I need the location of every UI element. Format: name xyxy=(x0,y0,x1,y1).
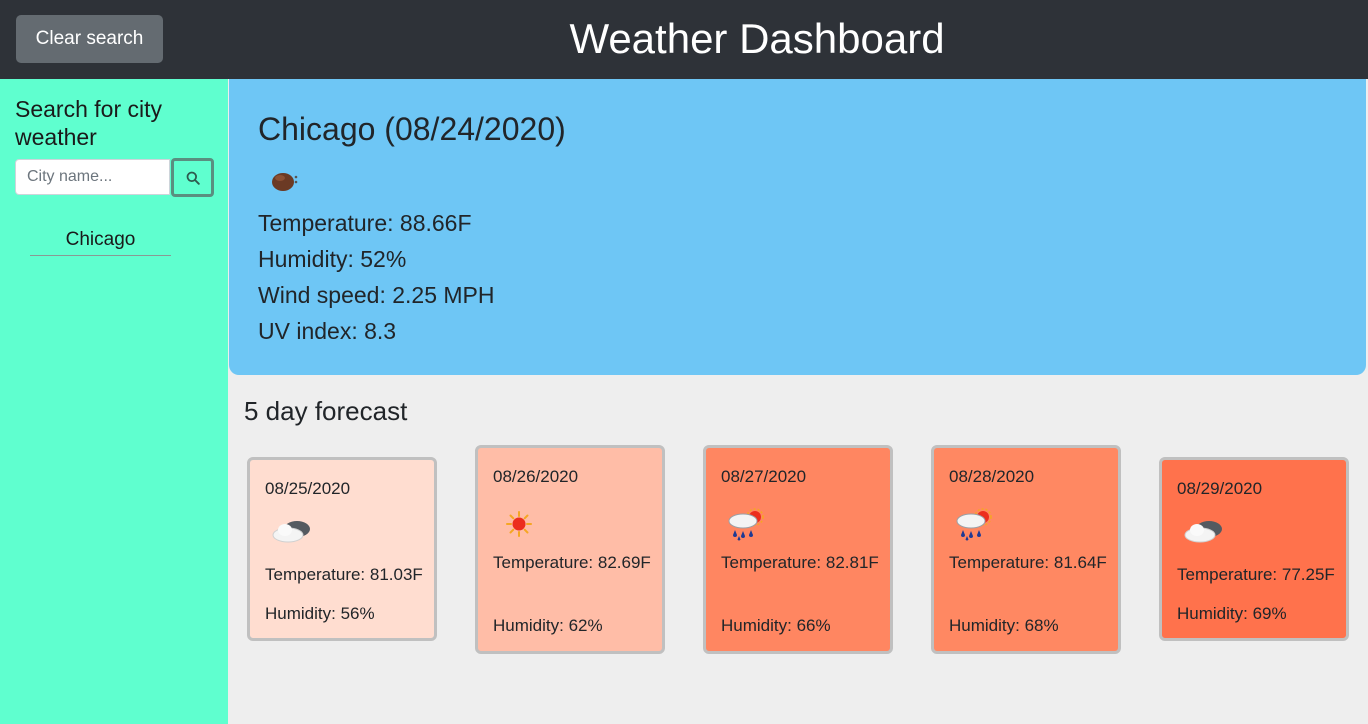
forecast-temperature: Temperature: 77.25F xyxy=(1177,565,1335,584)
rain-sun-icon xyxy=(728,508,764,541)
current-city-title: Chicago (08/24/2020) xyxy=(258,111,566,147)
current-weather-panel: Chicago (08/24/2020) Temperature: 88.66F… xyxy=(229,79,1366,375)
city-search-input[interactable] xyxy=(15,159,170,195)
sidebar: Search for city weather Chicago xyxy=(0,79,228,724)
forecast-card: 08/27/2020 Temperature: 82.81F Humidity:… xyxy=(703,445,893,654)
forecast-humidity: Humidity: 68% xyxy=(949,616,1059,635)
forecast-humidity: Humidity: 62% xyxy=(493,616,603,635)
cloudy-icon xyxy=(272,521,310,543)
forecast-title: 5 day forecast xyxy=(244,396,408,426)
forecast-temperature: Temperature: 81.03F xyxy=(265,565,423,584)
forecast-temperature: Temperature: 81.64F xyxy=(949,553,1107,572)
current-wind-speed: Wind speed: 2.25 MPH xyxy=(258,282,495,308)
forecast-temperature: Temperature: 82.81F xyxy=(721,553,879,572)
forecast-temperature: Temperature: 82.69F xyxy=(493,553,651,572)
forecast-date: 08/28/2020 xyxy=(949,467,1035,486)
rain-sun-icon xyxy=(956,508,992,541)
forecast-date: 08/25/2020 xyxy=(265,479,351,498)
current-uv-index: UV index: 8.3 xyxy=(258,318,397,344)
forecast-card: 08/28/2020 Temperature: 81.64F Humidity:… xyxy=(931,445,1121,654)
forecast-humidity: Humidity: 66% xyxy=(721,616,831,635)
forecast-date: 08/29/2020 xyxy=(1177,479,1263,498)
header-bar: Clear search Weather Dashboard xyxy=(0,0,1368,79)
haze-icon xyxy=(272,173,298,191)
sun-icon xyxy=(506,511,532,537)
history-item-chicago[interactable]: Chicago xyxy=(30,227,171,256)
cloudy-icon xyxy=(1184,521,1222,543)
sidebar-title: Search for city weather xyxy=(15,96,162,150)
search-button[interactable] xyxy=(171,158,214,197)
current-humidity: Humidity: 52% xyxy=(258,246,407,272)
app-title: Weather Dashboard xyxy=(569,15,945,62)
forecast-card: 08/25/2020 Temperature: 81.03F Humidity:… xyxy=(247,457,437,641)
forecast-card: 08/29/2020 Temperature: 77.25F Humidity:… xyxy=(1159,457,1349,641)
current-temperature: Temperature: 88.66F xyxy=(258,210,472,236)
forecast-card: 08/26/2020 Temperature: 82.69F Humidity:… xyxy=(475,445,665,654)
forecast-date: 08/27/2020 xyxy=(721,467,807,486)
forecast-humidity: Humidity: 69% xyxy=(1177,604,1287,623)
search-icon xyxy=(186,171,200,185)
forecast-humidity: Humidity: 56% xyxy=(265,604,375,623)
forecast-date: 08/26/2020 xyxy=(493,467,579,486)
